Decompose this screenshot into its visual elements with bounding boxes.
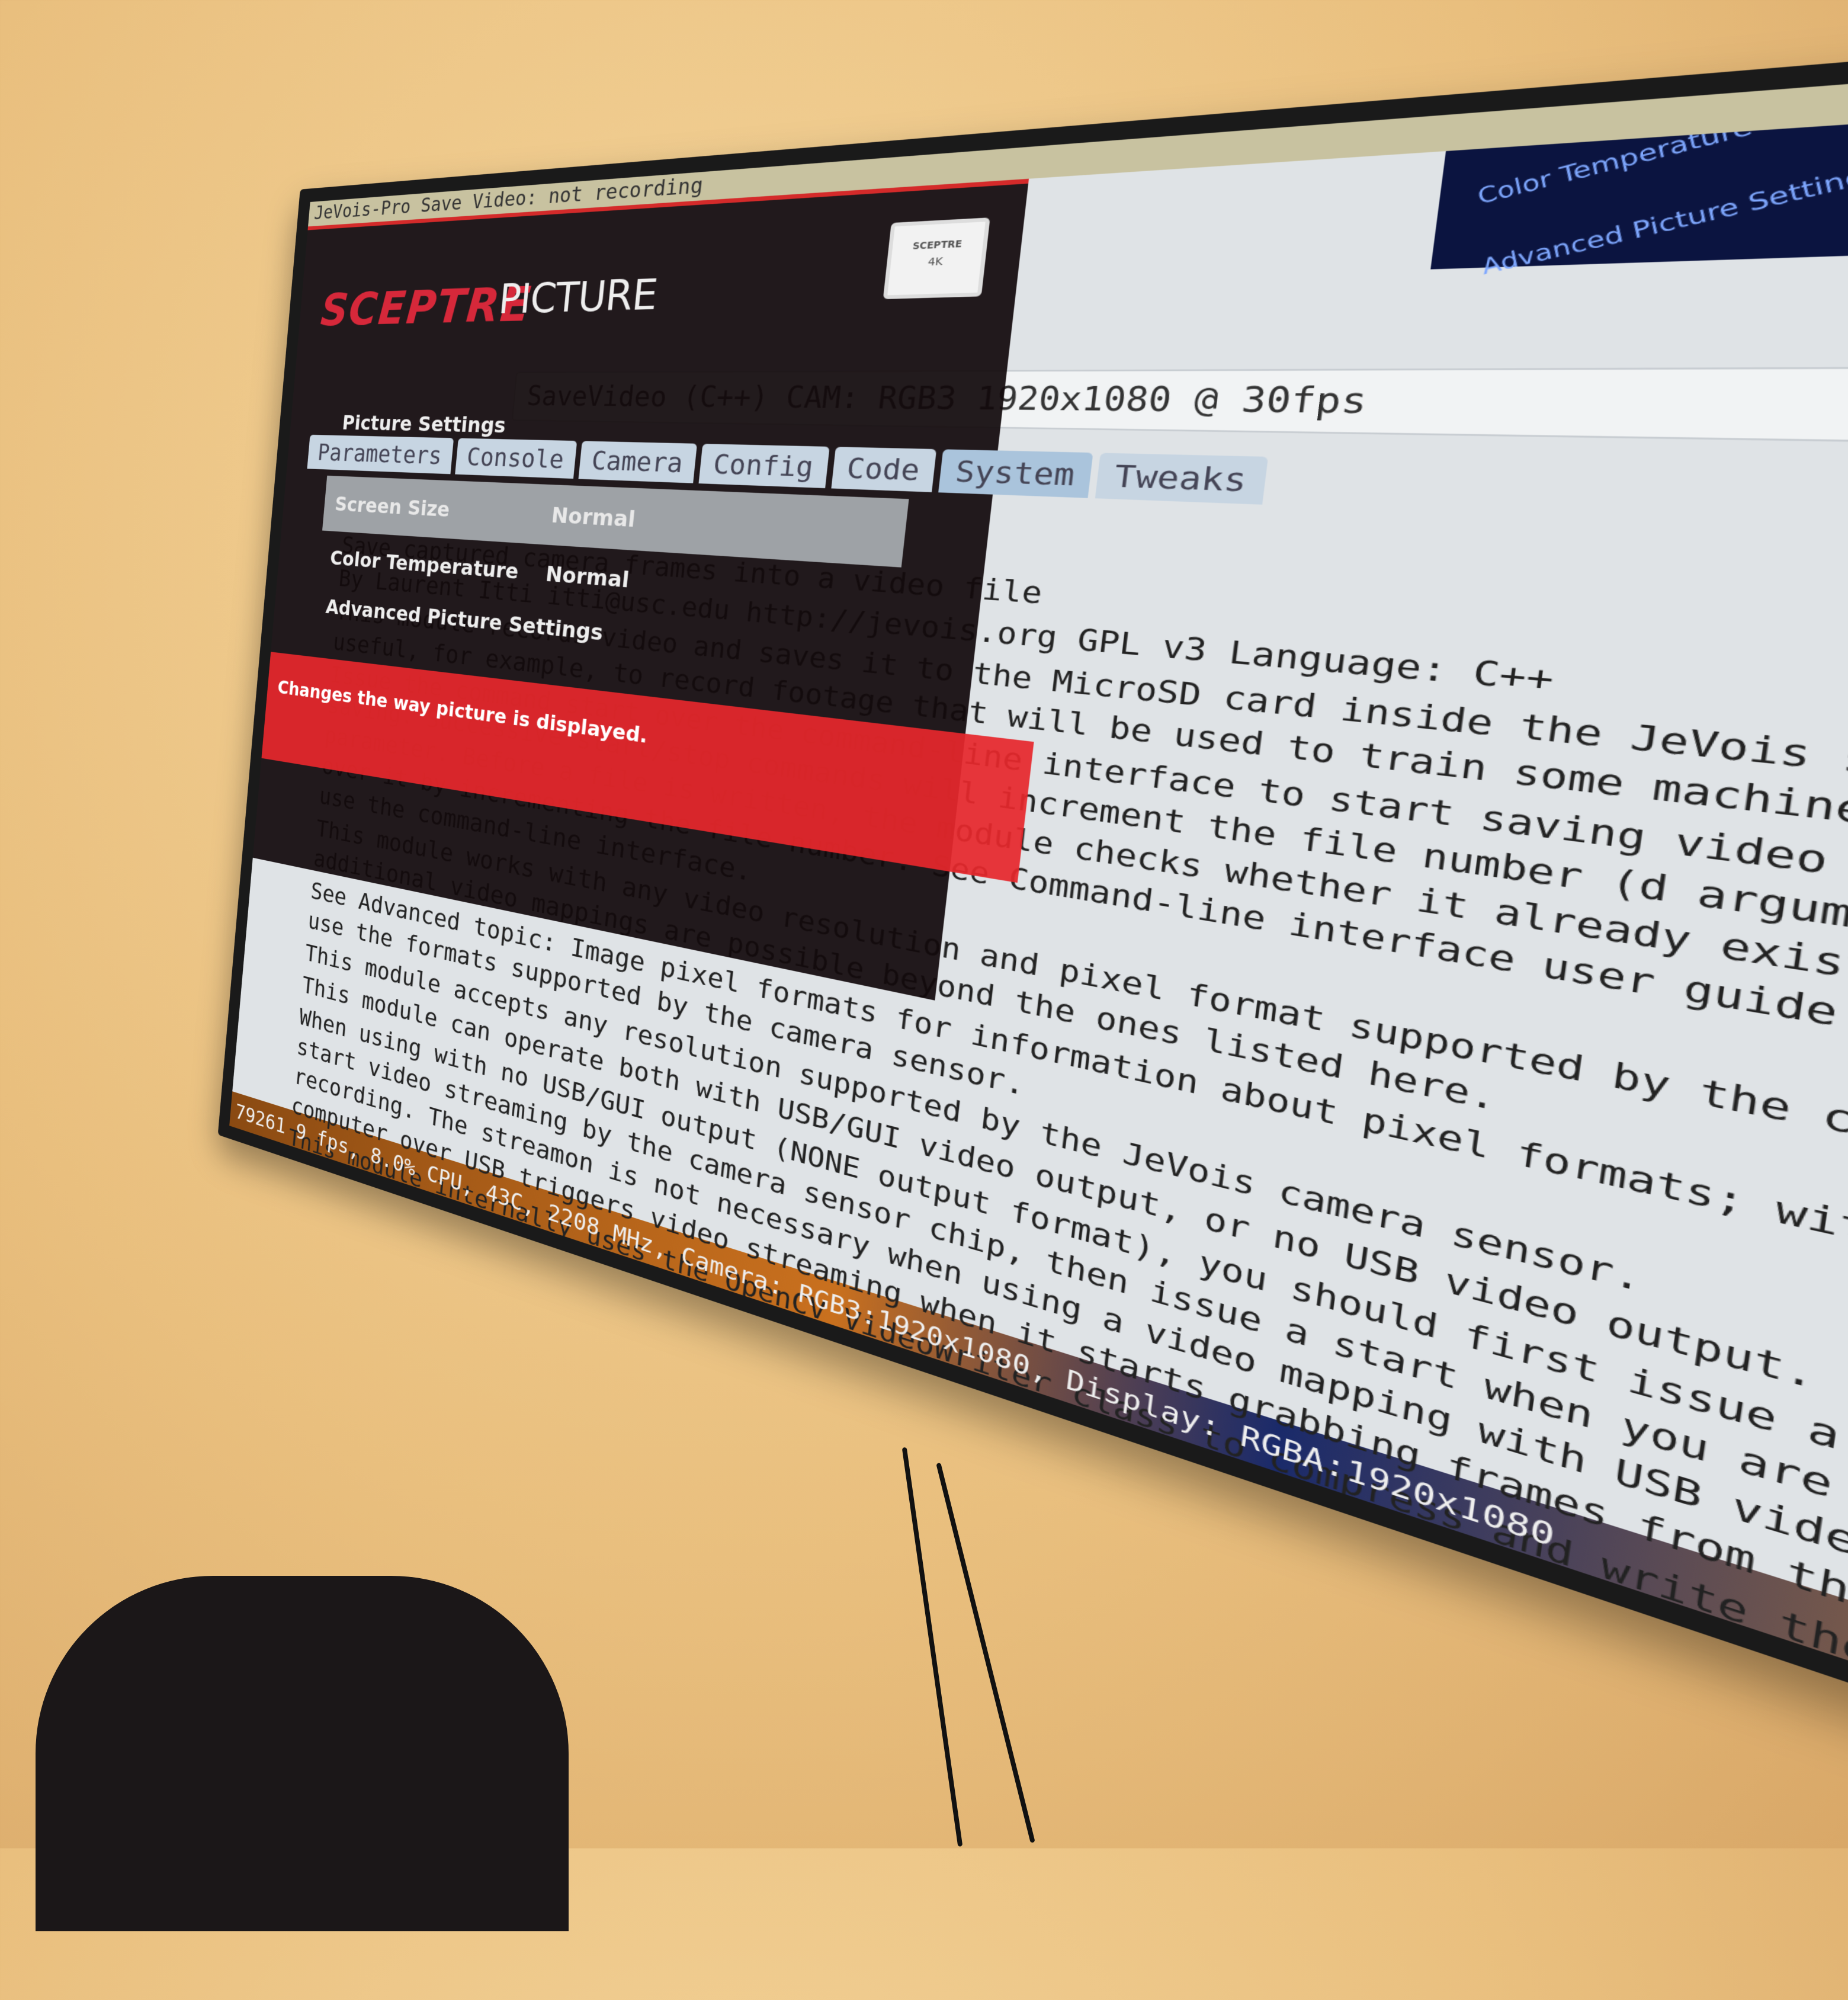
tab-parameters[interactable]: Parameters <box>307 434 454 475</box>
tv-4k-icon: SCEPTRE 4K <box>883 217 990 300</box>
osd-item-label: Screen Size <box>333 492 451 522</box>
osd-item-value: Normal <box>550 502 637 533</box>
tab-console[interactable]: Console <box>454 438 578 479</box>
tab-system[interactable]: System <box>938 449 1094 498</box>
osd-title: PICTURE <box>496 270 660 323</box>
badge-label: 4K <box>927 255 944 269</box>
tv-osd-menu: SCEPTRE PICTURE SCEPTRE 4K Picture Setti… <box>252 178 1034 1001</box>
tab-config[interactable]: Config <box>698 444 830 489</box>
tab-code[interactable]: Code <box>830 447 937 492</box>
badge-brand: SCEPTRE <box>912 238 963 252</box>
tv-cable <box>901 1447 963 1847</box>
osd-help-tip: Changes the way picture is displayed. <box>261 652 1034 883</box>
tab-tweaks[interactable]: Tweaks <box>1095 453 1268 505</box>
tab-camera[interactable]: Camera <box>578 441 698 483</box>
osd-section-title: Picture Settings <box>341 411 507 438</box>
chair <box>36 1576 569 1931</box>
